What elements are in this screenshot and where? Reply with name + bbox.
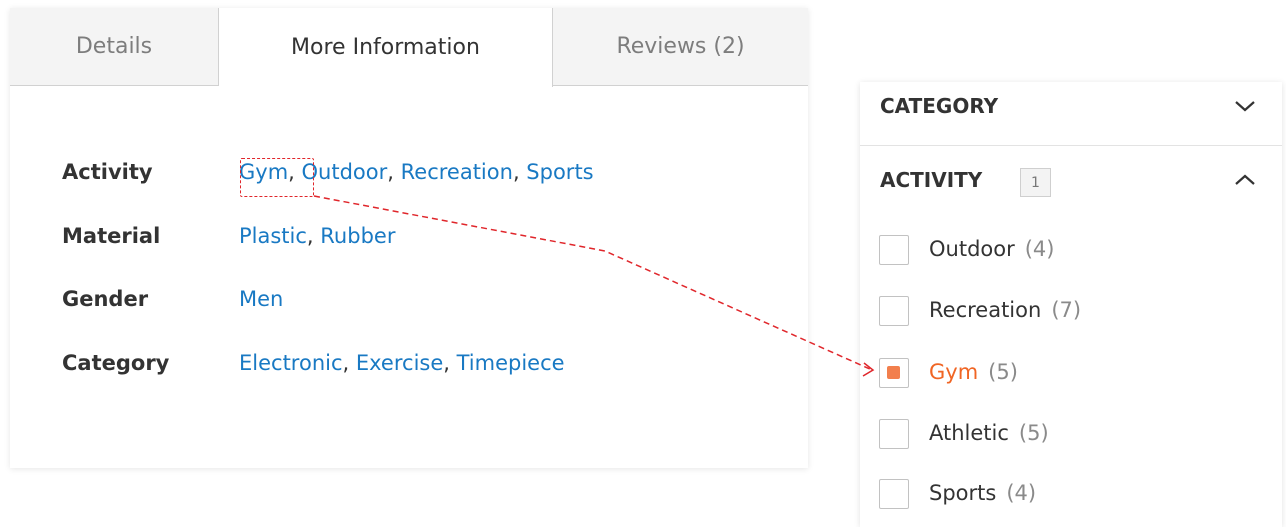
layered-navigation: CATEGORY ACTIVITY 1 Outdoor (4) Recreatio… (860, 82, 1282, 527)
filter-option-sports[interactable]: Sports (4) (879, 479, 1259, 515)
attribute-value-link-electronic[interactable]: Electronic (239, 351, 343, 375)
checkbox[interactable] (879, 235, 909, 265)
attribute-value-link-exercise[interactable]: Exercise (356, 351, 443, 375)
attribute-value-link-men[interactable]: Men (239, 287, 283, 311)
option-name: Sports (929, 481, 997, 505)
value-separator: , (387, 160, 401, 184)
checkbox-checked[interactable] (879, 358, 909, 388)
checkbox[interactable] (879, 479, 909, 509)
option-name: Athletic (929, 421, 1009, 445)
checkbox[interactable] (879, 419, 909, 449)
option-count: (5) (988, 360, 1018, 384)
filter-category-title: CATEGORY (880, 94, 999, 118)
chevron-down-icon (1234, 98, 1256, 117)
checkbox[interactable] (879, 296, 909, 326)
option-name: Outdoor (929, 237, 1015, 261)
attribute-label: Gender (62, 287, 149, 311)
filter-activity-header[interactable]: ACTIVITY 1 (860, 147, 1282, 217)
attribute-values: Men (239, 287, 283, 311)
tab-reviews[interactable]: Reviews (2) (553, 8, 808, 86)
filter-activity-title: ACTIVITY (880, 168, 983, 192)
option-count: (5) (1018, 421, 1049, 445)
value-separator: , (512, 160, 527, 184)
filter-option-outdoor[interactable]: Outdoor (4) (879, 235, 1259, 271)
filter-category-header[interactable]: CATEGORY (860, 82, 1282, 146)
attribute-label: Activity (62, 160, 153, 184)
option-count: (4) (1024, 237, 1055, 261)
value-separator: , (443, 350, 457, 375)
value-separator: , (288, 160, 302, 184)
attribute-values: Plastic, Rubber (239, 224, 395, 248)
attribute-label: Category (62, 350, 170, 375)
filter-option-athletic[interactable]: Athletic (5) (879, 419, 1259, 455)
attribute-values: Gym, Outdoor, Recreation, Sports (239, 160, 594, 184)
attribute-value-link-rubber[interactable]: Rubber (320, 224, 395, 248)
filter-option-gym[interactable]: Gym (5) (879, 358, 1259, 394)
attribute-value-link-plastic[interactable]: Plastic (239, 224, 307, 248)
attribute-value-link-gym[interactable]: Gym (239, 160, 288, 184)
attribute-label: Material (62, 223, 161, 248)
selected-count-badge: 1 (1020, 168, 1051, 197)
option-count: (4) (1006, 481, 1037, 505)
filter-option-recreation[interactable]: Recreation (7) (879, 296, 1259, 332)
option-name: Recreation (929, 298, 1042, 322)
attribute-value-link-outdoor[interactable]: Outdoor (302, 160, 388, 184)
value-separator: , (342, 350, 356, 375)
attribute-value-link-recreation[interactable]: Recreation (401, 160, 513, 184)
more-information-panel (10, 86, 808, 468)
value-separator: , (306, 223, 321, 248)
chevron-up-icon (1234, 172, 1256, 191)
option-count: (7) (1051, 298, 1082, 322)
option-name: Gym (929, 360, 979, 384)
tab-more-information[interactable]: More Information (219, 8, 553, 87)
tab-details[interactable]: Details (10, 8, 219, 86)
attribute-value-link-timepiece[interactable]: Timepiece (457, 351, 565, 375)
attribute-values: Electronic, Exercise, Timepiece (239, 351, 565, 375)
attribute-value-link-sports[interactable]: Sports (526, 160, 593, 184)
